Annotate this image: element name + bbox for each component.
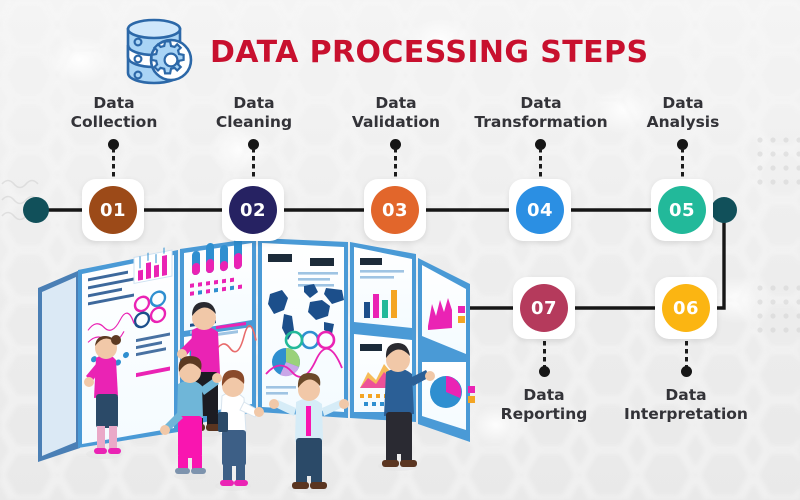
step-stem-dot-06 [681,366,692,377]
step-card-04[interactable]: 04 [509,179,571,241]
step-number-06: 06 [672,297,700,319]
step-number-04: 04 [526,199,554,221]
step-card-03[interactable]: 03 [364,179,426,241]
step-circle-06[interactable]: 06 [662,284,710,332]
screen-panel-far-left [38,270,80,462]
database-gear-icon [126,18,193,85]
corner-dot [711,197,737,223]
step-stem-02 [252,148,255,178]
step-circle-04[interactable]: 04 [516,186,564,234]
step-card-07[interactable]: 07 [513,277,575,339]
step-card-05[interactable]: 05 [651,179,713,241]
step-number-02: 02 [239,199,267,221]
person-woman-white-front [215,370,264,491]
analytics-dashboard-wall-illustration [38,237,475,493]
step-stem-dot-07 [539,366,550,377]
step-stem-04 [539,148,542,178]
step-stem-06 [685,341,688,369]
header: DATA PROCESSING STEPS [120,14,648,90]
screen-panel-left [78,247,178,448]
page-title: DATA PROCESSING STEPS [210,34,649,70]
step-number-01: 01 [99,199,127,221]
step-circle-02[interactable]: 02 [229,186,277,234]
infographic-canvas: DATA PROCESSING STEPS Data Collection 01… [0,0,800,500]
step-label-05: Data Analysis [646,94,720,131]
step-card-02[interactable]: 02 [222,179,284,241]
step-stem-03 [394,148,397,178]
start-dot [23,197,49,223]
step-number-07: 07 [530,297,558,319]
step-card-01[interactable]: 01 [82,179,144,241]
step-circle-07[interactable]: 07 [520,284,568,332]
step-stem-01 [112,148,115,178]
step-label-07: Data Reporting [500,386,588,423]
step-stem-07 [543,341,546,369]
step-circle-03[interactable]: 03 [371,186,419,234]
step-stem-05 [681,148,684,178]
step-number-05: 05 [668,199,696,221]
step-card-06[interactable]: 06 [655,277,717,339]
step-circle-01[interactable]: 01 [89,186,137,234]
step-number-03: 03 [381,199,409,221]
step-circle-05[interactable]: 05 [658,186,706,234]
